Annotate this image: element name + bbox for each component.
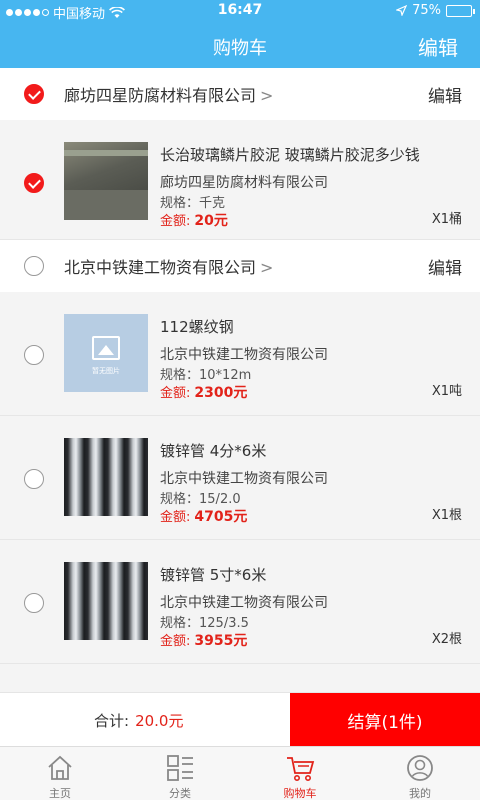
product-quantity: X1桶 [431, 212, 462, 227]
top-bar: 中国移动 16:47 75% 购物车 编辑 [0, 0, 480, 68]
shop-edit-button[interactable]: 编辑 [428, 254, 462, 279]
item-checkbox[interactable] [24, 469, 44, 489]
tab-label: 分类 [169, 787, 191, 800]
chevron-right-icon: > [260, 86, 274, 105]
product-quantity: X1吨 [431, 384, 462, 399]
product-title[interactable]: 镀锌管 5寸*6米 [160, 564, 266, 585]
cart-list[interactable]: 廊坊四星防腐材料有限公司 > 编辑 长治玻璃鳞片胶泥 玻璃鳞片胶泥多少钱 廊坊四星… [0, 68, 480, 692]
shop-name-link[interactable]: 北京中铁建工物资有限公司 > [64, 254, 273, 278]
battery-icon [446, 4, 475, 17]
tab-label: 购物车 [283, 787, 317, 800]
category-icon [167, 755, 193, 781]
home-icon [48, 755, 72, 780]
product-spec: 规格：10*12m [160, 368, 252, 383]
battery-percent: 75% [412, 3, 441, 18]
tab-category[interactable]: 分类 [120, 747, 240, 800]
shop-checkbox[interactable] [24, 84, 44, 104]
product-shop: 廊坊四星防腐材料有限公司 [160, 175, 328, 191]
product-title[interactable]: 112螺纹钢 [160, 316, 234, 337]
edit-button[interactable]: 编辑 [418, 32, 458, 61]
profile-icon [407, 755, 433, 781]
shop-header: 北京中铁建工物资有限公司 > 编辑 [0, 240, 480, 292]
product-price: 金额: 2300元 [160, 385, 248, 401]
image-placeholder-icon [92, 336, 120, 360]
shop-name-link[interactable]: 廊坊四星防腐材料有限公司 > [64, 82, 273, 106]
product-image[interactable] [64, 438, 148, 516]
product-spec: 规格：15/2.0 [160, 492, 241, 507]
total-amount: 合计: 20.0元 [94, 712, 184, 730]
cart-item-partial[interactable] [0, 664, 480, 692]
product-quantity: X1根 [431, 508, 462, 523]
tab-bar: 主页 分类 购物车 我的 [0, 746, 480, 800]
cart-item[interactable]: 镀锌管 5寸*6米 北京中铁建工物资有限公司 规格：125/3.5 金额: 395… [0, 540, 480, 664]
placeholder-text: 暂无图片 [92, 367, 120, 375]
cart-item[interactable]: 暂无图片 112螺纹钢 北京中铁建工物资有限公司 规格：10*12m 金额: 23… [0, 292, 480, 416]
shop-checkbox[interactable] [24, 256, 44, 276]
cart-item[interactable]: 镀锌管 4分*6米 北京中铁建工物资有限公司 规格：15/2.0 金额: 4705… [0, 416, 480, 540]
product-spec: 规格：125/3.5 [160, 616, 249, 631]
item-checkbox[interactable] [24, 173, 44, 193]
nav-bar: 购物车 编辑 [0, 22, 480, 68]
product-price: 金额: 4705元 [160, 509, 248, 525]
cart-item[interactable]: 长治玻璃鳞片胶泥 玻璃鳞片胶泥多少钱 廊坊四星防腐材料有限公司 规格：千克 金额… [0, 120, 480, 240]
checkout-bar: 合计: 20.0元 结算(1件) [0, 692, 480, 747]
status-right: 75% [396, 3, 475, 18]
product-spec: 规格：千克 [160, 196, 226, 211]
product-title[interactable]: 长治玻璃鳞片胶泥 玻璃鳞片胶泥多少钱 [160, 144, 420, 165]
item-checkbox[interactable] [24, 345, 44, 365]
tab-label: 我的 [409, 787, 431, 800]
tab-home[interactable]: 主页 [0, 747, 120, 800]
product-image[interactable] [64, 562, 148, 640]
product-price: 金额: 3955元 [160, 633, 248, 649]
shop-header: 廊坊四星防腐材料有限公司 > 编辑 [0, 68, 480, 120]
page-title: 购物车 [213, 38, 267, 59]
cart-icon [287, 757, 315, 781]
tab-profile[interactable]: 我的 [360, 747, 480, 800]
product-image-placeholder[interactable]: 暂无图片 [64, 314, 148, 392]
product-shop: 北京中铁建工物资有限公司 [160, 347, 328, 363]
item-checkbox[interactable] [24, 593, 44, 613]
product-image[interactable] [64, 142, 148, 220]
tab-label: 主页 [49, 787, 71, 800]
status-bar: 中国移动 16:47 75% [0, 0, 480, 22]
product-shop: 北京中铁建工物资有限公司 [160, 471, 328, 487]
location-icon [396, 5, 408, 16]
product-quantity: X2根 [431, 632, 462, 647]
checkout-button[interactable]: 结算(1件) [290, 693, 480, 747]
product-title[interactable]: 镀锌管 4分*6米 [160, 440, 266, 461]
tab-cart[interactable]: 购物车 [240, 747, 360, 800]
chevron-right-icon: > [260, 258, 274, 277]
total-value: 20.0元 [135, 712, 184, 730]
shop-edit-button[interactable]: 编辑 [428, 82, 462, 107]
product-shop: 北京中铁建工物资有限公司 [160, 595, 328, 611]
product-price: 金额: 20元 [160, 213, 228, 229]
